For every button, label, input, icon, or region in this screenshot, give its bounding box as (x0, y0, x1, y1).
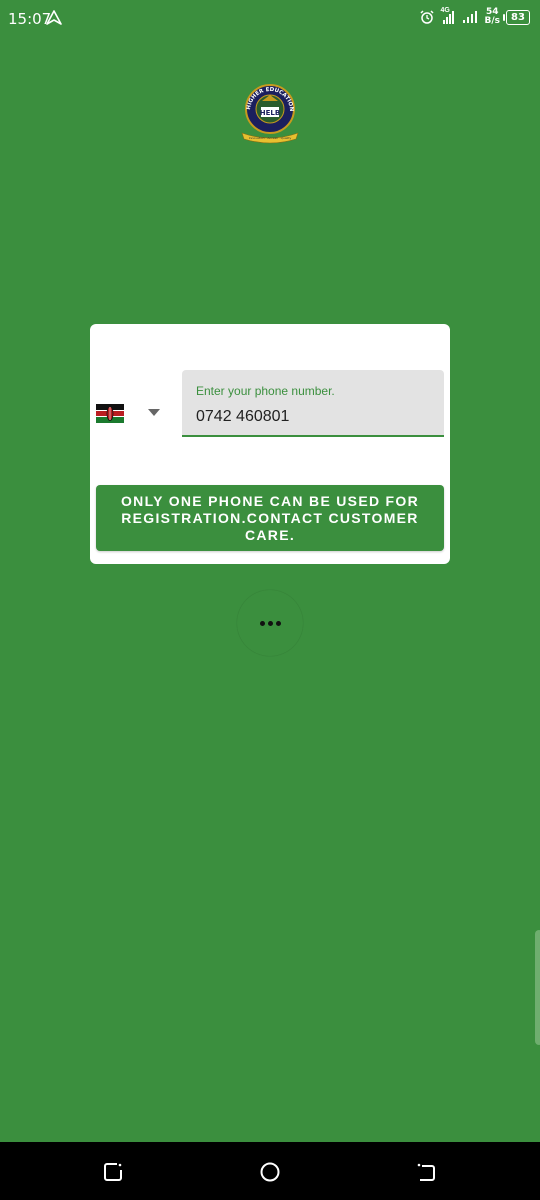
battery-icon: 83 (503, 9, 530, 25)
register-button[interactable]: ONLY ONE PHONE CAN BE USED FOR REGISTRAT… (96, 485, 444, 551)
register-button-line2: REGISTRATION.CONTACT CUSTOMER CARE. (121, 509, 419, 543)
phone-input-field[interactable]: Enter your phone number. 0742 460801 (182, 370, 444, 437)
loading-dot (275, 620, 281, 626)
edge-panel-handle[interactable] (535, 930, 540, 1045)
phone-input-label: Enter your phone number. (196, 384, 335, 398)
logo-banner-text: Innovation · Access · Quality (249, 136, 292, 140)
recent-apps-icon[interactable] (102, 1161, 124, 1183)
phone-input-value[interactable]: 0742 460801 (196, 408, 289, 426)
net-speed-unit: B/s (484, 16, 500, 26)
home-icon[interactable] (259, 1161, 281, 1183)
status-icons: 4G 54 B/s 83 (420, 7, 530, 26)
kenya-flag-icon[interactable] (96, 404, 124, 423)
loading-dot (259, 620, 265, 626)
helb-logo: HIGHER EDUCATION LOANS BOARD HELB Innova… (240, 83, 299, 144)
loading-indicator-button[interactable] (237, 590, 303, 656)
logo-center-text: HELB (260, 109, 280, 117)
alarm-clock-icon (420, 10, 435, 24)
phone-card: Enter your phone number. 0742 460801 ONL… (90, 324, 450, 564)
system-navigation-bar (0, 1142, 540, 1200)
navigation-arrow-icon (46, 10, 62, 25)
back-icon[interactable] (415, 1161, 437, 1183)
signal-4g-icon: 4G (440, 7, 456, 25)
battery-level: 83 (511, 11, 525, 23)
country-dropdown-icon[interactable] (148, 409, 160, 416)
signal-bars-icon (463, 11, 478, 23)
net-speed: 54 B/s (484, 8, 500, 26)
status-bar: 15:07 4G 54 B/s 83 (0, 0, 540, 38)
loading-dot (267, 620, 273, 626)
register-button-line1: ONLY ONE PHONE CAN BE USED FOR (120, 492, 420, 509)
status-time: 15:07 (8, 10, 52, 28)
